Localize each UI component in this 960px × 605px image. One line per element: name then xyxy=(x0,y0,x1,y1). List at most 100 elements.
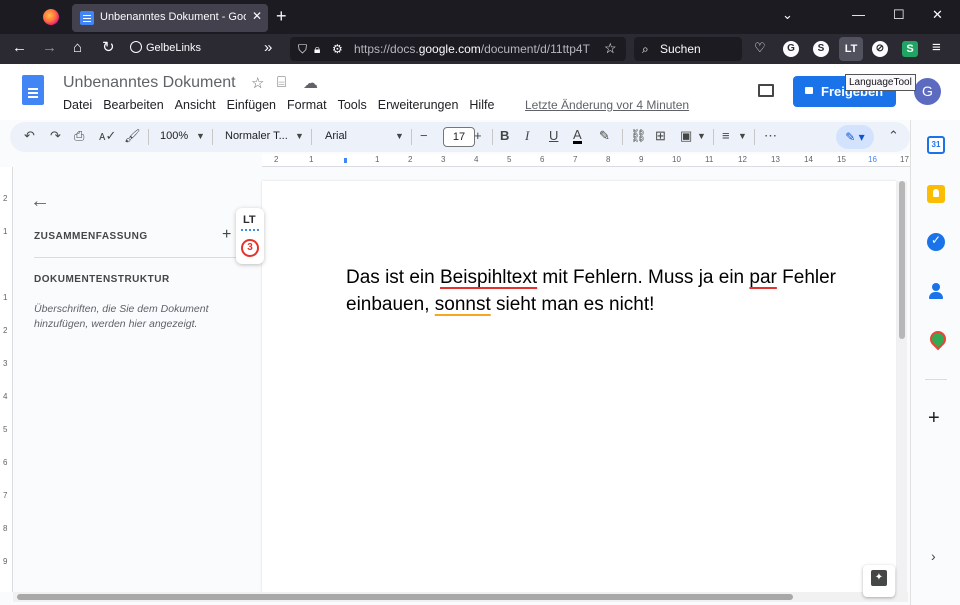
menu-einfuegen[interactable]: Einfügen xyxy=(227,98,276,112)
font-dropdown-icon[interactable]: ▼ xyxy=(395,131,404,141)
issue-count-badge[interactable]: 3 xyxy=(241,239,259,257)
horizontal-scroll-thumb[interactable] xyxy=(17,594,793,600)
menu-tools[interactable]: Tools xyxy=(338,98,367,112)
bold-button[interactable]: B xyxy=(500,128,509,143)
document-title[interactable]: Unbenanntes Dokument xyxy=(63,74,236,92)
comments-icon[interactable] xyxy=(758,84,774,97)
insert-link-icon[interactable]: ⛓ xyxy=(630,128,647,144)
expand-panel-chevron-icon[interactable]: › xyxy=(931,548,936,564)
cloud-saved-icon[interactable]: ☁ xyxy=(303,74,318,92)
ruler-label: 9 xyxy=(3,557,8,566)
style-dropdown-icon[interactable]: ▼ xyxy=(295,131,304,141)
lock-icon[interactable]: 🔒︎ xyxy=(314,41,320,57)
increase-font-size-button[interactable]: + xyxy=(474,128,482,143)
sheets-extension-icon[interactable]: S xyxy=(902,41,918,57)
align-left-icon[interactable]: ≡ xyxy=(722,128,730,143)
menu-bearbeiten[interactable]: Bearbeiten xyxy=(103,98,163,112)
menu-datei[interactable]: Datei xyxy=(63,98,92,112)
blocker-extension-icon[interactable]: ⊘ xyxy=(872,41,888,57)
left-indent-marker[interactable] xyxy=(344,158,347,163)
home-icon[interactable]: ⌂ xyxy=(73,40,82,56)
reload-icon[interactable]: ↻ xyxy=(102,40,115,56)
side-panel: 31 + › xyxy=(910,120,960,605)
text-color-button[interactable]: A xyxy=(573,128,582,144)
shield-icon[interactable]: ⛉ xyxy=(298,41,307,57)
font-size-input[interactable]: 17 xyxy=(443,127,475,147)
insert-image-icon[interactable]: ▣ xyxy=(680,128,692,144)
new-tab-button[interactable]: + xyxy=(276,6,287,27)
permissions-icon[interactable]: ⚙ xyxy=(332,41,343,57)
add-summary-button[interactable]: + xyxy=(222,226,231,244)
align-dropdown-icon[interactable]: ▼ xyxy=(738,131,747,141)
overflow-chevron-icon[interactable]: » xyxy=(264,40,272,56)
more-options-icon[interactable]: ⋯ xyxy=(764,128,777,144)
close-outline-arrow-icon[interactable]: ← xyxy=(30,190,50,213)
underline-button[interactable]: U xyxy=(549,128,558,143)
calendar-icon[interactable]: 31 xyxy=(927,136,945,154)
s-extension-icon[interactable]: S xyxy=(813,41,829,57)
collapse-menus-icon[interactable]: ⌃ xyxy=(888,128,899,144)
print-icon[interactable]: ⎙ xyxy=(74,128,84,144)
close-window-button[interactable]: ✕ xyxy=(932,7,943,23)
editing-mode-button[interactable]: ✎ ▾ xyxy=(836,125,874,149)
url-text[interactable]: https://docs.google.com/document/d/11ttp… xyxy=(354,42,594,56)
paint-format-icon[interactable]: 🖌︎ xyxy=(124,128,141,144)
explore-button[interactable] xyxy=(863,565,895,597)
search-bar[interactable]: ⌕ Suchen xyxy=(634,37,742,61)
back-arrow-icon[interactable]: ← xyxy=(12,40,27,56)
menu-format[interactable]: Format xyxy=(287,98,327,112)
image-dropdown-icon[interactable]: ▼ xyxy=(697,131,706,141)
vertical-scroll-thumb[interactable] xyxy=(899,181,905,339)
spellcheck-icon[interactable]: ᴀ✓ xyxy=(99,128,116,144)
tab-list-chevron-icon[interactable]: ⌄ xyxy=(782,7,793,23)
forward-arrow-icon[interactable]: → xyxy=(42,40,57,56)
zoom-dropdown-icon[interactable]: ▼ xyxy=(196,131,205,141)
document-body[interactable]: Das ist ein Beispihltext mit Fehlern. Mu… xyxy=(346,264,876,318)
undo-icon[interactable]: ↶ xyxy=(24,128,35,144)
highlight-icon[interactable]: ✎ xyxy=(599,128,610,144)
paragraph-style-select[interactable]: Normaler T... xyxy=(225,130,288,142)
horizontal-ruler[interactable]: 2 1 1 2 3 4 5 6 7 8 9 10 11 12 13 14 15 … xyxy=(262,154,910,167)
browser-nav-bar: ← → ⌂ ↻ GelbeLinks » ⛉ 🔒︎ ⚙ https://docs… xyxy=(0,34,960,64)
bookmark-gelbelinks[interactable]: GelbeLinks xyxy=(130,41,201,54)
hamburger-menu-icon[interactable]: ≡ xyxy=(932,40,941,56)
vertical-scrollbar[interactable] xyxy=(897,181,907,592)
menu-hilfe[interactable]: Hilfe xyxy=(469,98,494,112)
redo-icon[interactable]: ↷ xyxy=(50,128,61,144)
italic-button[interactable]: I xyxy=(525,128,529,144)
menu-erweiterungen[interactable]: Erweiterungen xyxy=(378,98,459,112)
get-addons-button[interactable]: + xyxy=(928,407,940,430)
maps-icon[interactable] xyxy=(927,331,945,349)
add-comment-icon[interactable]: ⊞ xyxy=(655,128,666,144)
languagetool-widget[interactable]: LT 3 xyxy=(236,208,264,264)
avatar[interactable]: G xyxy=(914,78,941,105)
ruler-label: 2 xyxy=(274,155,279,164)
url-bar[interactable]: ⛉ 🔒︎ ⚙ https://docs.google.com/document/… xyxy=(290,37,626,61)
document-page[interactable]: Das ist ein Beispihltext mit Fehlern. Mu… xyxy=(262,181,896,592)
maximize-window-button[interactable]: ☐ xyxy=(893,7,905,23)
decrease-font-size-button[interactable]: − xyxy=(420,128,428,143)
tasks-icon[interactable] xyxy=(927,233,945,251)
vertical-ruler[interactable]: 2 1 1 2 3 4 5 6 7 8 9 xyxy=(0,167,13,592)
keep-icon[interactable] xyxy=(927,185,945,203)
zoom-select[interactable]: 100% xyxy=(160,130,188,142)
minimize-window-button[interactable]: — xyxy=(852,7,865,22)
languagetool-extension-icon[interactable]: LT xyxy=(839,37,863,61)
pocket-icon[interactable]: ♡ xyxy=(754,40,766,56)
spelling-error-par[interactable]: par xyxy=(749,267,776,288)
horizontal-scrollbar[interactable] xyxy=(13,592,908,602)
last-edit-link[interactable]: Letzte Änderung vor 4 Minuten xyxy=(525,98,689,112)
bookmark-star-icon[interactable]: ☆ xyxy=(604,40,617,56)
tab-close-icon[interactable]: ✕ xyxy=(252,9,262,23)
contacts-icon[interactable] xyxy=(927,282,945,300)
star-icon[interactable]: ☆ xyxy=(251,74,264,92)
move-folder-icon[interactable]: ⌸ xyxy=(277,74,286,91)
spelling-error-beispihltext[interactable]: Beispihltext xyxy=(440,267,537,288)
grammarly-extension-icon[interactable]: G xyxy=(783,41,799,57)
style-error-sonnst[interactable]: sonnst xyxy=(435,294,491,315)
browser-tab-docs[interactable]: Unbenanntes Dokument - Google Docs ✕ xyxy=(72,4,268,32)
docs-logo-icon[interactable] xyxy=(22,75,44,105)
firefox-logo-icon[interactable] xyxy=(43,9,59,25)
font-select[interactable]: Arial xyxy=(325,130,347,142)
menu-ansicht[interactable]: Ansicht xyxy=(175,98,216,112)
